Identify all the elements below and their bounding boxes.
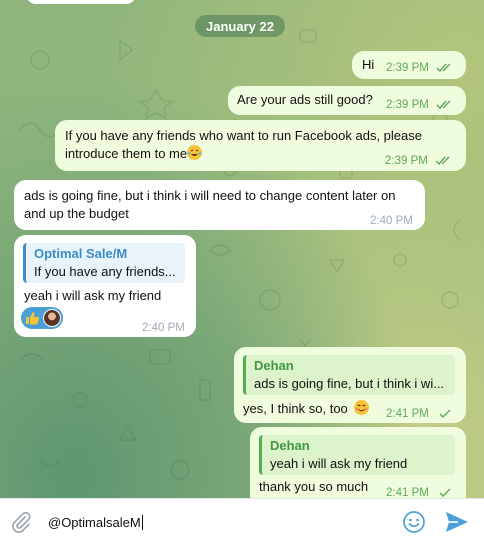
reaction-pill[interactable] <box>21 307 63 329</box>
reaction-bar[interactable] <box>21 307 63 329</box>
message-bubble-outgoing[interactable]: Dehan ads is going fine, but i think i w… <box>234 347 466 423</box>
message-meta: 2:39 PM <box>386 96 454 114</box>
message-text: thank you so much <box>259 479 369 494</box>
message-bubble-outgoing[interactable]: If you have any friends who want to run … <box>55 120 466 171</box>
message-bubble-outgoing[interactable]: Hi 2:39 PM <box>352 51 466 79</box>
message-text: yes, I think so, too <box>243 401 348 416</box>
user-avatar <box>43 309 61 327</box>
send-arrow-icon[interactable] <box>445 511 469 533</box>
thumbs-up-emoji <box>23 309 41 327</box>
reply-author: Optimal Sale/M <box>34 246 128 261</box>
message-bubble-incoming[interactable]: ads is going fine, but i think i will ne… <box>14 180 425 230</box>
paperclip-icon[interactable] <box>10 511 32 533</box>
double-check-icon <box>436 63 451 73</box>
message-input-value: @OptimalsaleM <box>48 515 141 530</box>
message-text-line-wrapper: introduce them to me <box>65 145 203 163</box>
smiling-blush-emoji <box>354 400 370 415</box>
message-meta: 2:39 PM <box>386 59 454 77</box>
message-time: 2:39 PM <box>386 99 429 111</box>
message-bubble-outgoing[interactable]: Are your ads still good? 2:39 PM <box>228 86 466 115</box>
smiley-icon[interactable] <box>402 510 426 534</box>
text-caret <box>141 515 143 530</box>
message-composer[interactable]: @OptimalsaleM <box>0 498 484 545</box>
double-check-icon <box>435 156 450 166</box>
message-text-line: If you have any friends who want to run … <box>65 128 422 143</box>
message-meta: 2:39 PM <box>385 152 453 170</box>
message-text-line: and up the budget <box>24 206 129 221</box>
message-bubble-outgoing[interactable]: Dehan yeah i will ask my friend thank yo… <box>250 427 466 498</box>
reply-snippet: yeah i will ask my friend <box>270 456 408 471</box>
laughing-tears-emoji <box>187 145 203 160</box>
reply-quote[interactable]: Dehan ads is going fine, but i think i w… <box>243 355 455 395</box>
message-input[interactable]: @OptimalsaleM <box>48 515 143 530</box>
double-check-icon <box>436 100 451 110</box>
message-bubble-incoming[interactable]: Optimal Sale/M If you have any friends..… <box>14 235 196 337</box>
message-text-wrapper: yes, I think so, too <box>243 400 370 418</box>
message-text: yeah i will ask my friend <box>24 288 162 303</box>
message-text-line: introduce them to me <box>65 146 188 161</box>
reply-snippet: ads is going fine, but i think i wi... <box>254 376 445 391</box>
message-time: 2:41 PM <box>386 487 429 498</box>
reply-author: Dehan <box>254 358 294 373</box>
check-icon <box>439 409 451 419</box>
message-text-line: ads is going fine, but i think i will ne… <box>24 188 396 203</box>
message-meta: 2:41 PM <box>386 405 454 423</box>
reply-snippet: If you have any friends... <box>34 264 176 279</box>
message-time: 2:40 PM <box>142 322 185 334</box>
date-separator: January 22 <box>195 15 285 37</box>
reply-quote[interactable]: Optimal Sale/M If you have any friends..… <box>23 243 185 283</box>
previous-message-bubble <box>26 0 136 4</box>
reply-quote[interactable]: Dehan yeah i will ask my friend <box>259 435 455 475</box>
chat-area[interactable]: January 22 Hi 2:39 PM Are your ads still… <box>0 0 484 498</box>
check-icon <box>439 488 451 498</box>
message-text: Hi <box>362 57 375 72</box>
message-time: 2:40 PM <box>370 215 413 227</box>
message-time: 2:39 PM <box>385 155 428 167</box>
message-meta: 2:41 PM <box>386 484 454 498</box>
reply-author: Dehan <box>270 438 310 453</box>
message-text: Are your ads still good? <box>237 92 373 107</box>
message-time: 2:39 PM <box>386 62 429 74</box>
message-time: 2:41 PM <box>386 408 429 420</box>
